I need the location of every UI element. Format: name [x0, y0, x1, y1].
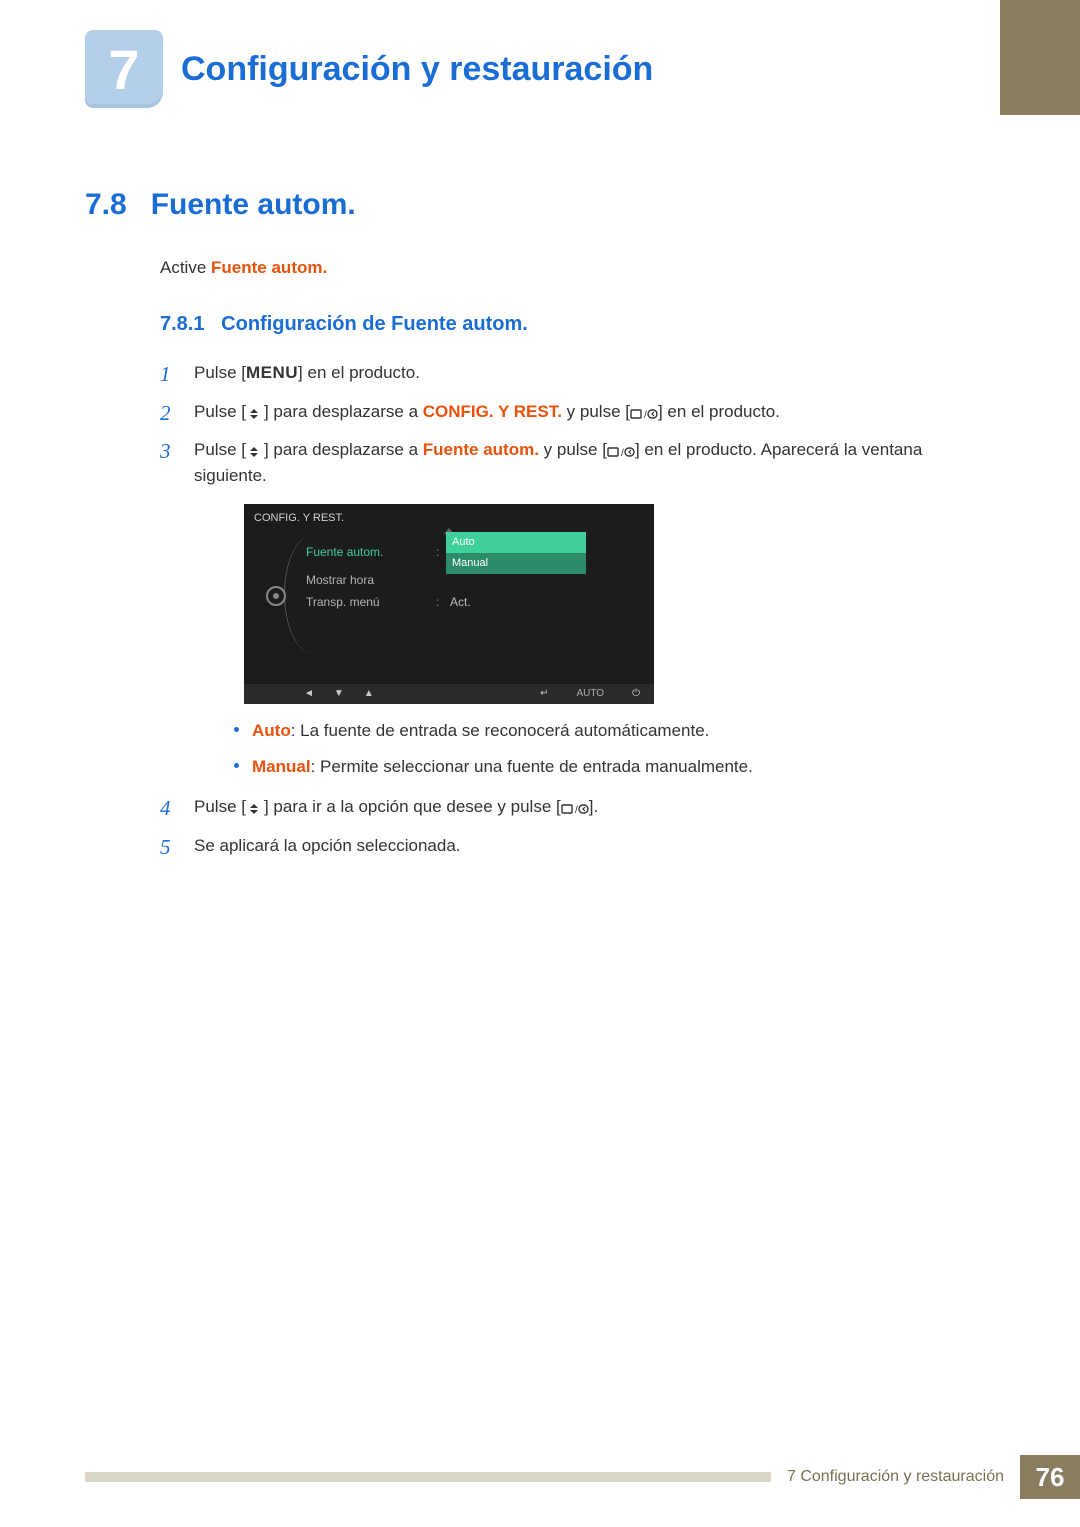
header-side-strip: [1000, 0, 1080, 115]
osd-title: CONFIG. Y REST.: [254, 510, 344, 527]
svg-text:/: /: [575, 805, 578, 815]
page-footer: 7 Configuración y restauración 76: [85, 1455, 1080, 1499]
enter-icon: ↵: [540, 686, 548, 702]
step3-a: Pulse [: [194, 440, 246, 459]
step-2: Pulse [ ] para desplazarse a CONFIG. Y RE…: [160, 399, 990, 425]
step3-keyword: Fuente autom.: [423, 440, 539, 459]
step-4: Pulse [ ] para ir a la opción que desee y…: [160, 794, 990, 820]
up-icon: ▲: [364, 686, 374, 702]
step2-a: Pulse [: [194, 402, 246, 421]
osd-nav-left-icons: ◄ ▼ ▲: [304, 686, 374, 702]
osd-colon: :: [436, 593, 446, 612]
left-icon: ◄: [304, 686, 314, 702]
svg-text:/: /: [621, 448, 624, 458]
osd-value-stack: Auto Manual: [446, 532, 586, 574]
step-3: Pulse [ ] para desplazarse a Fuente autom…: [160, 437, 990, 780]
footer-chapter-label: 7 Configuración y restauración: [771, 1458, 1020, 1496]
bullet-auto: Auto: La fuente de entrada se reconocerá…: [234, 718, 990, 744]
up-down-icon: [246, 440, 264, 459]
osd-row-transp-menu: Transp. menú : Act.: [306, 592, 642, 614]
option-bullets: Auto: La fuente de entrada se reconocerá…: [234, 718, 990, 781]
osd-screenshot: CONFIG. Y REST. Fuente autom. : Auto Man…: [244, 504, 654, 704]
bullet-auto-text: : La fuente de entrada se reconocerá aut…: [291, 721, 710, 740]
osd-rows: Fuente autom. : Auto Manual Mostrar hora: [306, 542, 642, 614]
step4-b: ] para ir a la opción que desee y pulse …: [264, 797, 561, 816]
subsection-heading: 7.8.1 Configuración de Fuente autom.: [160, 309, 990, 340]
osd-option-auto: Auto: [446, 532, 586, 553]
source-enter-icon: /: [607, 440, 635, 459]
section-title: Fuente autom.: [151, 188, 356, 222]
body-content: Active Fuente autom. 7.8.1 Configuración…: [160, 255, 990, 871]
osd-colon: :: [436, 543, 446, 562]
step2-keyword: CONFIG. Y REST.: [423, 402, 562, 421]
chapter-title: Configuración y restauración: [181, 50, 653, 89]
step2-c: y pulse [: [562, 402, 630, 421]
svg-text:/: /: [644, 410, 647, 420]
osd-bottom-bar: ◄ ▼ ▲ ↵ AUTO ⏻: [244, 684, 654, 704]
power-icon: ⏻: [632, 686, 640, 702]
osd-row-label: Fuente autom.: [306, 543, 436, 562]
intro-keyword: Fuente autom.: [211, 258, 327, 277]
gear-icon: [266, 586, 286, 606]
page-number: 76: [1020, 1455, 1080, 1499]
step3-c: y pulse [: [539, 440, 607, 459]
source-enter-icon: /: [630, 402, 658, 421]
step2-d: ] en el producto.: [658, 402, 780, 421]
step5-text: Se aplicará la opción seleccionada.: [194, 836, 461, 855]
osd-option-manual: Manual: [446, 553, 586, 574]
step-1: Pulse [MENU] en el producto.: [160, 360, 990, 386]
osd-row-value: Act.: [446, 593, 642, 612]
bullet-manual-text: : Permite seleccionar una fuente de entr…: [311, 757, 753, 776]
step4-a: Pulse [: [194, 797, 246, 816]
up-down-icon: [246, 797, 264, 816]
up-down-icon: [246, 402, 264, 421]
down-icon: ▼: [334, 686, 344, 702]
steps-list: Pulse [MENU] en el producto. Pulse [] pa…: [160, 360, 990, 859]
step2-b: ] para desplazarse a: [264, 402, 423, 421]
osd-row-label: Transp. menú: [306, 593, 436, 612]
step1-a: Pulse [: [194, 363, 246, 382]
osd-row-label: Mostrar hora: [306, 571, 436, 590]
step4-c: ].: [589, 797, 598, 816]
step1-b: ] en el producto.: [298, 363, 420, 382]
intro-line: Active Fuente autom.: [160, 255, 990, 281]
intro-prefix: Active: [160, 258, 211, 277]
section-heading: 7.8 Fuente autom.: [85, 188, 356, 222]
subsection-title: Configuración de Fuente autom.: [221, 313, 528, 335]
source-enter-icon: /: [561, 797, 589, 816]
step-5: Se aplicará la opción seleccionada.: [160, 833, 990, 859]
chapter-header: 7 Configuración y restauración: [85, 30, 653, 108]
footer-rule: [85, 1472, 771, 1482]
subsection-number: 7.8.1: [160, 313, 204, 335]
osd-row-fuente-autom: Fuente autom. : Auto Manual: [306, 542, 642, 564]
bullet-auto-keyword: Auto: [252, 721, 291, 740]
osd-auto-label: AUTO: [576, 686, 604, 702]
bullet-manual: Manual: Permite seleccionar una fuente d…: [234, 754, 990, 780]
bullet-manual-keyword: Manual: [252, 757, 311, 776]
chapter-number-badge: 7: [85, 30, 163, 108]
section-number: 7.8: [85, 188, 127, 222]
menu-button-label: MENU: [246, 363, 298, 382]
step3-b: ] para desplazarse a: [264, 440, 423, 459]
